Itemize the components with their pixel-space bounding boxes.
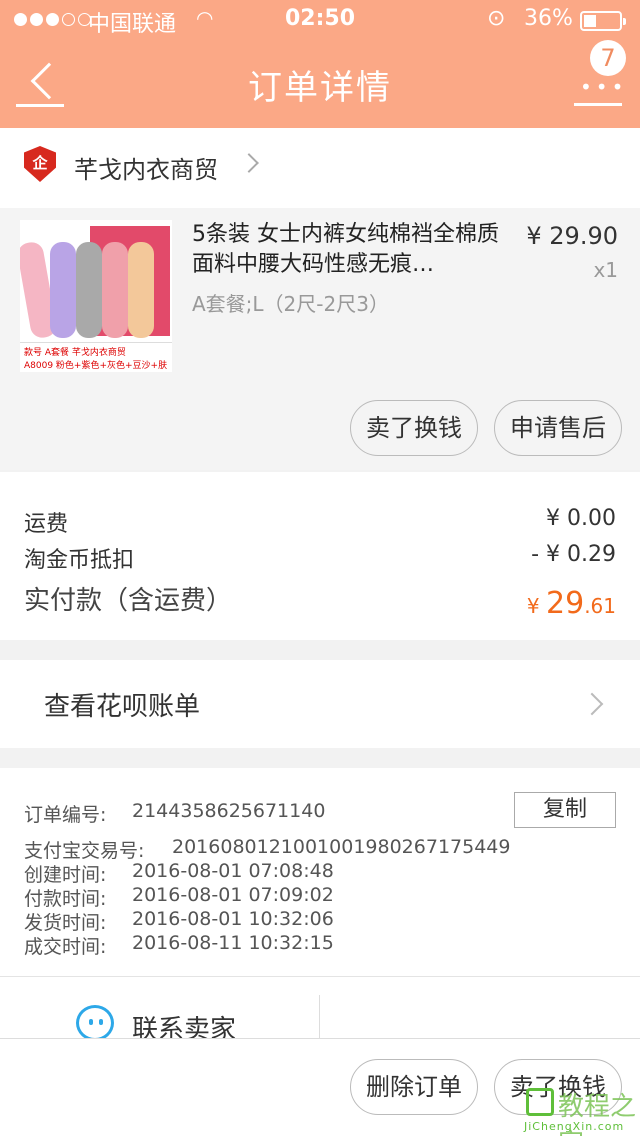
total-value: ¥ 29.61	[526, 586, 616, 621]
created-time-row: 创建时间: 2016-08-01 07:08:48	[24, 860, 334, 886]
watermark-logo: 教程之家 JiChengXin.com	[520, 1086, 640, 1136]
product-card[interactable]: 款号 A套餐 芊戈内衣商贸 A8009 粉色+紫色+灰色+豆沙+肤色 5条装 女…	[0, 208, 640, 470]
product-price: ¥ 29.90	[526, 222, 618, 250]
sell-for-cash-button[interactable]: 卖了换钱	[350, 400, 478, 456]
shop-shield-icon: 企	[24, 146, 56, 182]
order-number: 2144358625671140	[132, 800, 326, 822]
product-spec: A套餐;L（2尺-2尺3）	[192, 292, 389, 316]
huabei-bill-row[interactable]: 查看花呗账单	[0, 660, 640, 748]
total-row: 实付款（含运费） ¥ 29.61	[24, 586, 616, 621]
battery-icon	[580, 11, 626, 31]
contact-seller-label: 联系卖家	[132, 1015, 237, 1038]
shop-name: 芊戈内衣商贸	[74, 156, 218, 184]
nav-header: 中国联通 ◠ 02:50 ⊙ 36% 订单详情 7 •••	[0, 0, 640, 128]
copy-button[interactable]: 复制	[514, 792, 616, 828]
alipay-number-row: 支付宝交易号: 2016080121001001980267175449	[24, 836, 511, 862]
shipping-row: 运费 ¥ 0.00	[24, 506, 616, 537]
coin-discount-value: - ¥ 0.29	[531, 542, 616, 567]
order-info: 订单编号: 2144358625671140 复制 支付宝交易号: 201608…	[0, 768, 640, 976]
fee-summary: 运费 ¥ 0.00 淘金币抵扣 - ¥ 0.29 实付款（含运费） ¥ 29.6…	[0, 472, 640, 640]
thumbnail-label: 款号 A套餐 芊戈内衣商贸 A8009 粉色+紫色+灰色+豆沙+肤色	[20, 342, 172, 372]
huabei-bill-label: 查看花呗账单	[44, 692, 201, 722]
shop-row[interactable]: 企 芊戈内衣商贸	[0, 128, 640, 208]
notification-badge: 7	[590, 40, 626, 76]
alipay-number: 2016080121001001980267175449	[172, 836, 511, 858]
battery-percent: 36%	[524, 6, 573, 31]
after-sales-button[interactable]: 申请售后	[494, 400, 622, 456]
more-dots-icon: •••	[580, 75, 628, 99]
product-quantity: x1	[593, 258, 618, 282]
shipping-value: ¥ 0.00	[546, 506, 616, 531]
chevron-right-icon	[239, 153, 259, 173]
status-bar: 中国联通 ◠ 02:50 ⊙ 36%	[0, 0, 640, 40]
order-number-row: 订单编号: 2144358625671140	[24, 800, 326, 826]
delete-order-button[interactable]: 删除订单	[350, 1059, 478, 1115]
page-title: 订单详情	[248, 68, 392, 108]
paid-time-row: 付款时间: 2016-08-01 07:09:02	[24, 884, 334, 910]
completed-time-row: 成交时间: 2016-08-11 10:32:15	[24, 932, 334, 958]
more-menu-button[interactable]: 7 •••	[572, 40, 628, 110]
chat-icon	[76, 1005, 114, 1038]
product-title: 5条装 女士内裤女纯棉裆全棉质面料中腰大码性感无痕…	[192, 222, 499, 277]
shipped-time-row: 发货时间: 2016-08-01 10:32:06	[24, 908, 334, 934]
chevron-right-icon	[580, 692, 604, 716]
coin-discount-row: 淘金币抵扣 - ¥ 0.29	[24, 542, 616, 573]
product-thumbnail[interactable]: 款号 A套餐 芊戈内衣商贸 A8009 粉色+紫色+灰色+豆沙+肤色	[20, 220, 172, 372]
contact-seller-button[interactable]: 联系卖家	[0, 976, 640, 1038]
rotation-lock-icon: ⊙	[487, 6, 506, 31]
